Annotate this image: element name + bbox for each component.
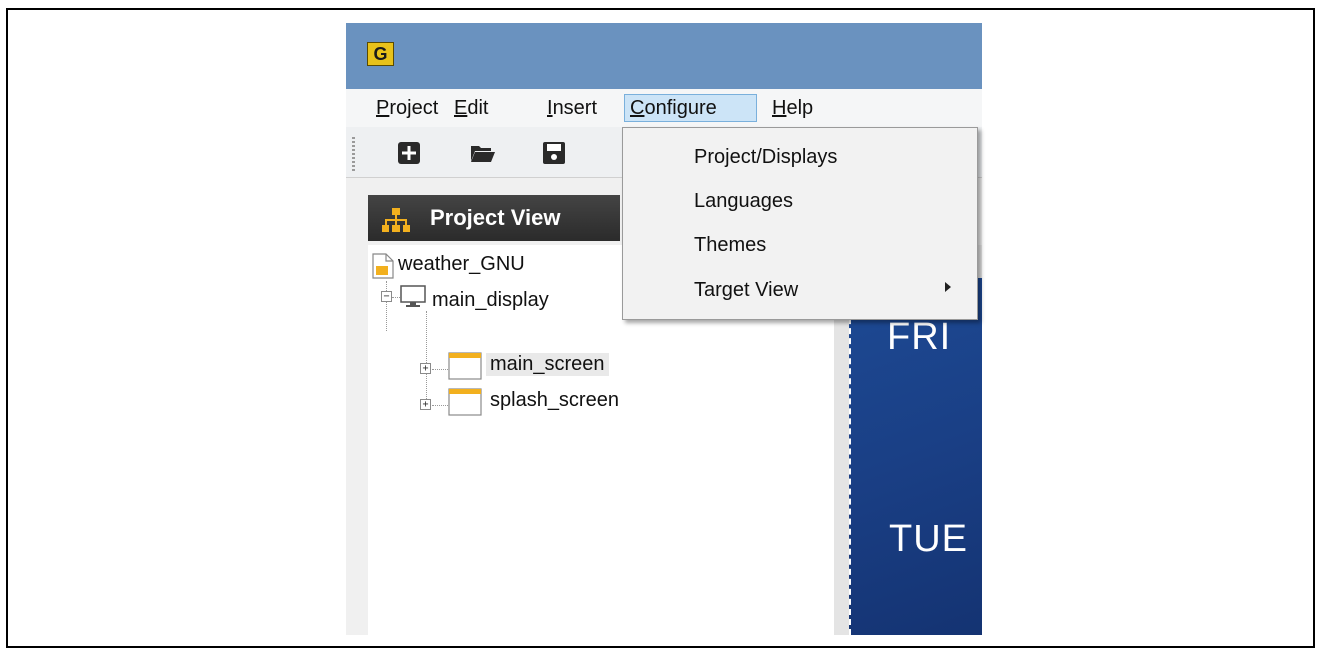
preview-day-fri: FRI [887,316,952,358]
screen-preview[interactable]: FRI TUE [849,278,982,635]
tree-line [432,405,448,406]
add-icon[interactable] [397,141,421,165]
expand-icon[interactable]: + [420,363,431,374]
tree-item-main-screen[interactable]: main_screen [486,353,609,376]
monitor-icon [400,285,426,307]
menu-configure-label: onfigure [644,97,717,119]
title-bar: G [346,23,982,89]
tree-line [386,281,387,331]
menu-help[interactable]: Help [767,94,818,122]
tree-line [432,369,448,370]
menu-bar: Project Edit Insert Configure Help [346,89,982,127]
menu-insert[interactable]: Insert [542,94,602,122]
toolbar-grip[interactable] [352,137,355,171]
submenu-arrow-icon [945,282,951,292]
project-view-title: Project View [430,205,561,230]
tree-item-display[interactable]: main_display [432,289,549,312]
project-view-header: Project View [368,195,620,241]
collapse-icon[interactable]: − [381,291,392,302]
menu-insert-label: nsert [552,97,598,119]
app-logo-icon: G [367,42,394,66]
tree-line [392,297,400,298]
app-window: G Project Edit Insert Configure Help Pro… [346,23,982,635]
menu-help-accel: H [772,97,787,119]
menu-project[interactable]: Project [371,94,443,122]
screen-icon [448,388,482,416]
menu-project-label: roject [389,97,439,119]
menu-edit-accel: E [454,97,468,119]
expand-icon[interactable]: + [420,399,431,410]
menu-project-accel: P [376,97,390,119]
configure-dropdown-menu: Project/Displays Languages Themes Target… [622,127,978,320]
preview-day-tue: TUE [889,518,968,560]
screen-icon [448,352,482,380]
menu-item-project-displays[interactable]: Project/Displays [694,146,837,169]
project-file-icon [372,253,394,279]
menu-edit[interactable]: Edit [449,94,493,122]
menu-item-themes[interactable]: Themes [694,234,766,257]
tree-item-splash-screen[interactable]: splash_screen [490,389,619,412]
menu-item-languages[interactable]: Languages [694,190,793,213]
menu-help-label: elp [786,97,814,119]
project-tree-icon [382,208,410,232]
save-icon[interactable] [542,141,566,165]
menu-edit-label: dit [467,97,489,119]
menu-configure-accel: C [630,97,645,119]
menu-configure[interactable]: Configure [624,94,757,122]
menu-item-target-view[interactable]: Target View [694,279,798,302]
tree-line [426,311,427,403]
tree-item-project[interactable]: weather_GNU [398,253,525,276]
open-folder-icon[interactable] [469,141,497,165]
app-logo-text: G [373,44,388,64]
